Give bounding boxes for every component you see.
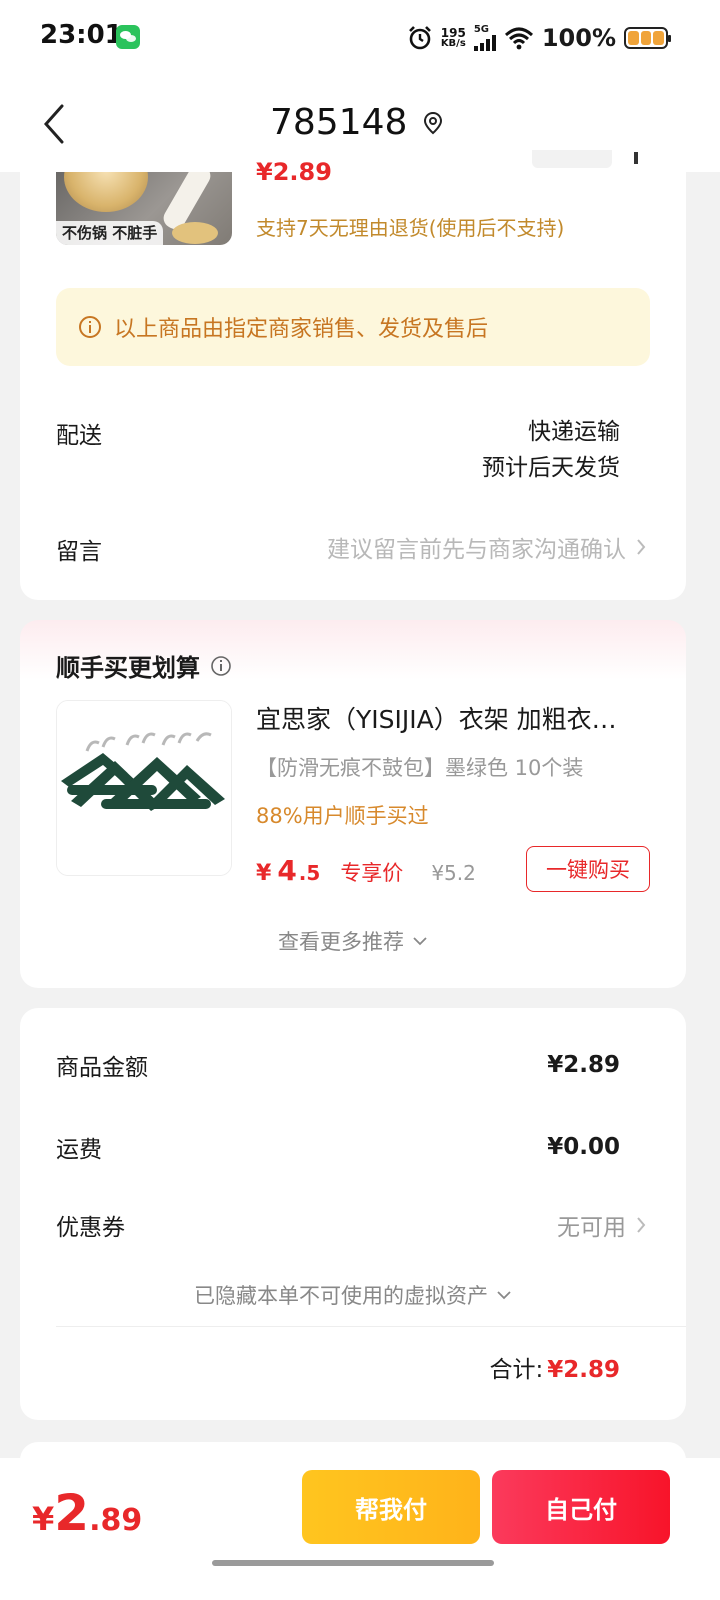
address-title[interactable]: 785148	[270, 102, 443, 143]
order-item-card: 不伤锅 不脏手 ¥2.89 支持7天无理由退货(使用后不支持) 以上商品由指定商…	[20, 150, 686, 600]
battery-icon	[624, 27, 671, 49]
delivery-estimate: 预计后天发货	[482, 455, 620, 481]
message-placeholder: 建议留言前先与商家沟通确认	[327, 537, 626, 563]
signal-icon: 5G	[473, 24, 496, 51]
total-value: ¥2.89	[547, 1357, 620, 1383]
product-image[interactable]: 不伤锅 不脏手	[56, 172, 232, 245]
help-pay-button[interactable]: 帮我付	[302, 1470, 480, 1544]
self-pay-button[interactable]: 自己付	[492, 1470, 670, 1544]
info-icon[interactable]	[210, 655, 232, 677]
checkout-bar: ¥ 2 .89 帮我付 自己付	[0, 1458, 720, 1600]
price-decimal: .5	[298, 861, 321, 885]
goods-amount-value: ¥2.89	[547, 1052, 620, 1078]
price-currency: ¥	[256, 861, 272, 886]
one-click-buy-button[interactable]: 一键购买	[526, 846, 650, 892]
delivery-label: 配送	[56, 423, 102, 449]
battery-percent: 100%	[541, 24, 616, 52]
delivery-method: 快递运输	[528, 419, 620, 445]
return-policy: 支持7天无理由退货(使用后不支持)	[256, 216, 565, 240]
status-indicators: 195 KB/s 5G 100%	[407, 20, 671, 56]
shipping-fee-value: ¥0.00	[547, 1134, 620, 1160]
original-price: ¥5.2	[431, 861, 476, 885]
exclusive-price-label: 专享价	[340, 861, 404, 885]
recommend-price: ¥ 4 .5 专享价 ¥5.2	[256, 854, 476, 887]
status-bar: 23:01 195 KB/s 5G 100%	[0, 0, 720, 76]
alarm-icon	[408, 26, 431, 50]
total-label: 合计:	[489, 1357, 544, 1383]
message-label: 留言	[56, 539, 102, 565]
recommend-product-name[interactable]: 宜思家（YISIJIA）衣架 加粗衣…	[256, 700, 656, 736]
recommend-bought-rate: 88%用户顺手买过	[256, 804, 429, 828]
home-indicator[interactable]	[212, 1560, 494, 1566]
hidden-assets-toggle[interactable]: 已隐藏本单不可使用的虚拟资产	[20, 1280, 686, 1310]
wifi-icon	[504, 27, 533, 50]
chevron-down-icon	[497, 1291, 511, 1300]
divider	[56, 1326, 686, 1327]
shipping-fee-row: 运费 ¥0.00	[56, 1130, 620, 1164]
coupon-row[interactable]: 优惠券 无可用	[56, 1208, 646, 1242]
coupon-label: 优惠券	[56, 1215, 125, 1241]
goods-amount-row: 商品金额 ¥2.89	[56, 1048, 620, 1082]
price-summary-card: 商品金额 ¥2.89 运费 ¥0.00 优惠券 无可用 已隐藏本单不可使用的虚拟…	[20, 1008, 686, 1420]
notice-text: 以上商品由指定商家销售、发货及售后	[114, 317, 489, 342]
recommend-title: 顺手买更划算	[56, 654, 200, 682]
product-image-tag: 不伤锅 不脏手	[56, 221, 164, 245]
chevron-down-icon	[413, 937, 427, 946]
hidden-assets-label: 已隐藏本单不可使用的虚拟资产	[194, 1284, 488, 1308]
chevron-right-icon	[637, 1217, 646, 1233]
recommend-product-image[interactable]	[56, 700, 232, 876]
network-type: 5G	[473, 24, 490, 35]
message-input[interactable]: 建议留言前先与商家沟通确认	[327, 530, 646, 564]
product-price: ¥2.89	[256, 158, 332, 186]
checkout-price: ¥ 2 .89	[32, 1484, 142, 1542]
status-time: 23:01	[40, 20, 123, 50]
net-speed: 195 KB/s	[441, 27, 466, 49]
chevron-left-icon	[43, 104, 64, 144]
location-pin-icon	[424, 111, 443, 134]
back-button[interactable]	[34, 98, 74, 150]
checkout-currency: ¥	[32, 1500, 55, 1538]
recommend-header: 顺手买更划算	[56, 648, 232, 683]
goods-amount-label: 商品金额	[56, 1055, 148, 1081]
recommend-product-spec: 【防滑无痕不鼓包】墨绿色 10个装	[256, 756, 584, 780]
checkout-price-integer: 2	[54, 1484, 90, 1542]
chevron-right-icon	[637, 539, 646, 555]
info-icon	[79, 316, 101, 338]
coupon-value-wrap: 无可用	[557, 1208, 646, 1242]
net-speed-unit: KB/s	[440, 38, 466, 49]
total-row: 合计: ¥2.89	[489, 1350, 620, 1384]
plus-icon[interactable]	[634, 152, 638, 164]
seller-notice: 以上商品由指定商家销售、发货及售后	[56, 288, 650, 366]
wechat-icon	[116, 25, 140, 49]
more-recommend-label: 查看更多推荐	[278, 930, 404, 954]
recommend-card: 顺手买更划算 宜思家（YISIJIA）衣架 加粗衣… 【防滑无痕不鼓包】墨绿色 …	[20, 620, 686, 988]
delivery-info: 快递运输 预计后天发货	[482, 414, 620, 486]
more-recommend-button[interactable]: 查看更多推荐	[20, 926, 686, 956]
quantity-stepper[interactable]	[532, 150, 612, 168]
hanger-image	[57, 701, 231, 875]
coupon-value: 无可用	[557, 1215, 626, 1241]
shipping-fee-label: 运费	[56, 1137, 102, 1163]
page-title: 785148	[270, 102, 408, 143]
price-integer: 4	[277, 854, 297, 887]
checkout-price-decimal: .89	[89, 1503, 143, 1538]
